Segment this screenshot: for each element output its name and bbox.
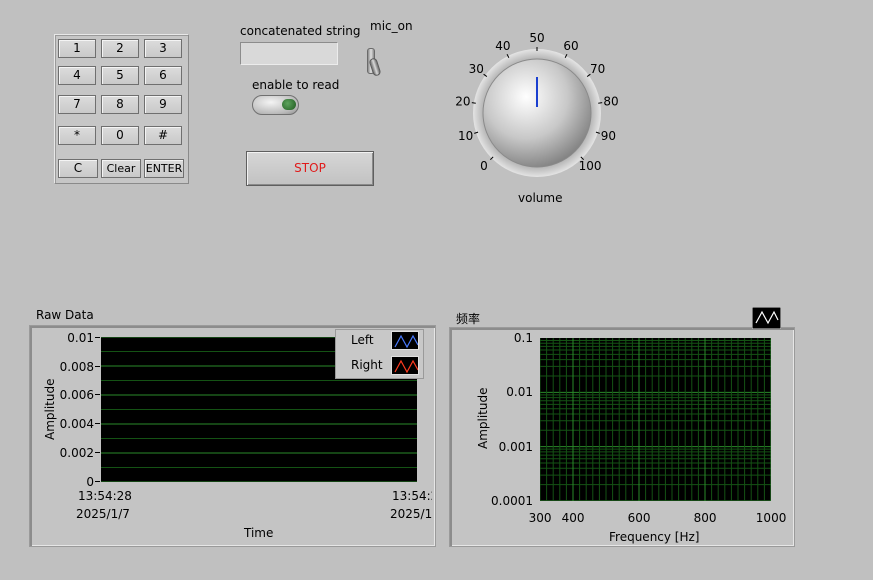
raw-x-end-date: 2025/1/ [390, 507, 432, 521]
volume-label: volume [518, 191, 563, 205]
raw-y-tick-mark [95, 451, 100, 453]
knob-tick-label: 70 [590, 62, 605, 76]
freq-plot [540, 338, 771, 501]
key-clear[interactable]: Clear [101, 159, 141, 178]
key-enter[interactable]: ENTER [144, 159, 184, 178]
legend-right-label: Right [351, 358, 383, 372]
key-3[interactable]: 3 [144, 39, 182, 58]
volume-knob-svg: 0 10 20 30 40 50 60 70 80 90 100 [455, 31, 619, 177]
raw-data-ylabel: Amplitude [43, 378, 57, 441]
raw-y-tick-label: 0.008 [59, 359, 94, 374]
raw-y-tick-mark [95, 365, 100, 367]
key-hash[interactable]: # [144, 126, 182, 145]
key-1[interactable]: 1 [58, 39, 96, 58]
enable-to-read-label: enable to read [252, 78, 340, 92]
raw-y-tick-label: 0.01 [67, 331, 94, 345]
freq-graph-title: 频率 [456, 312, 481, 326]
concatenated-string-label: concatenated string [240, 24, 361, 38]
key-8[interactable]: 8 [101, 95, 139, 114]
key-5[interactable]: 5 [101, 66, 139, 85]
raw-y-tick-label: 0 [86, 474, 94, 489]
freq-plot-bg [540, 338, 771, 501]
knob-tick-label: 90 [601, 129, 616, 143]
raw-y-tick-label: 0.004 [59, 417, 94, 432]
freq-xlabel: Frequency [Hz] [609, 530, 700, 544]
concatenated-string-field[interactable] [240, 42, 338, 65]
legend-right-swatch[interactable] [391, 356, 419, 375]
key-c[interactable]: C [58, 159, 98, 178]
key-0[interactable]: 0 [101, 126, 139, 145]
key-9[interactable]: 9 [144, 95, 182, 114]
key-2[interactable]: 2 [101, 39, 139, 58]
legend-left-line [394, 334, 418, 349]
key-4[interactable]: 4 [58, 66, 96, 85]
freq-ylabel: Amplitude [476, 387, 490, 450]
raw-y-tick-mark [95, 394, 100, 396]
key-star[interactable]: * [58, 126, 96, 145]
knob-tick-label: 50 [529, 31, 544, 45]
freq-x-tick-label: 800 [693, 511, 717, 525]
knob-tick-label: 80 [603, 94, 618, 108]
knob-tick-label: 20 [455, 94, 470, 108]
freq-plot-legend-swatch[interactable] [752, 307, 781, 329]
raw-x-start-time: 13:54:28 [78, 489, 132, 503]
freq-x-tick-label: 600 [627, 511, 651, 525]
freq-y-tick-label: 0.0001 [491, 494, 533, 508]
knob-tick-mark [598, 102, 603, 104]
mic-on-label: mic_on [370, 19, 413, 33]
freq-y-tick-label: 0.001 [498, 439, 533, 454]
raw-data-title: Raw Data [36, 308, 94, 322]
freq-y-tick-label: 0.01 [506, 385, 533, 400]
raw-x-end-time: 13:54:2 [392, 489, 432, 503]
raw-y-tick-mark [95, 423, 100, 425]
raw-data-xlabel: Time [244, 526, 274, 540]
legend-left-swatch[interactable] [391, 331, 419, 350]
knob-tick-label: 100 [579, 159, 602, 173]
knob-tick-mark [471, 102, 476, 104]
freq-x-tick-label: 400 [561, 511, 585, 525]
knob-tick-label: 0 [480, 159, 488, 173]
raw-y-tick-mark [95, 480, 100, 482]
key-6[interactable]: 6 [144, 66, 182, 85]
knob-tick-label: 10 [458, 129, 473, 143]
stop-button[interactable]: STOP [246, 151, 374, 186]
freq-x-tick-label: 300 [528, 511, 552, 525]
legend-right-line [394, 359, 418, 374]
raw-y-tick-mark [95, 337, 100, 338]
knob-tick-label: 30 [469, 62, 484, 76]
freq-x-tick-label: 1000 [755, 511, 787, 525]
enable-led-indicator [282, 99, 296, 110]
knob-tick-label: 40 [495, 39, 510, 53]
raw-x-start-date: 2025/1/7 [76, 507, 130, 521]
knob-tick-label: 60 [563, 39, 578, 53]
raw-y-tick-label: 0.006 [59, 388, 94, 403]
freq-y-tick-label: 0.1 [513, 331, 533, 345]
key-7[interactable]: 7 [58, 95, 96, 114]
volume-knob[interactable] [482, 58, 592, 168]
raw-y-tick-label: 0.002 [59, 445, 94, 460]
legend-left-label: Left [351, 333, 374, 347]
